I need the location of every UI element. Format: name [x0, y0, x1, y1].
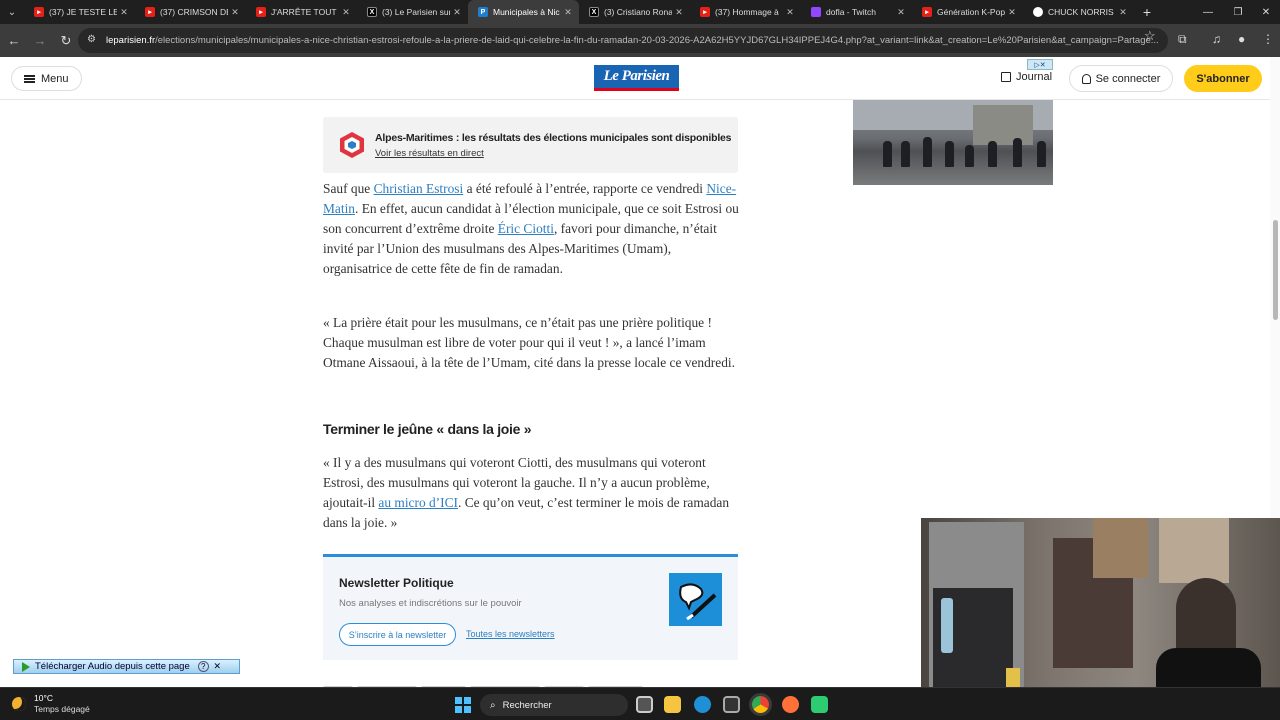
- browser-toolbar: ← → ↻ ⚙ leparisien.fr/elections/municipa…: [0, 24, 1280, 57]
- browser-tab[interactable]: X (3) Le Parisien sur ✕: [357, 0, 468, 24]
- file-explorer-icon[interactable]: [664, 696, 681, 713]
- link-christian-estrosi[interactable]: Christian Estrosi: [374, 181, 464, 196]
- article-subheading: Terminer le jeûne « dans la joie »: [323, 421, 532, 437]
- address-bar[interactable]: ⚙ leparisien.fr/elections/municipales/mu…: [78, 28, 1168, 53]
- close-tab-icon[interactable]: ✕: [339, 7, 353, 18]
- all-newsletters-link[interactable]: Toutes les newsletters: [466, 629, 555, 639]
- site-info-icon[interactable]: ⚙: [87, 34, 96, 45]
- le-parisien-logo[interactable]: Le Parisien: [594, 65, 679, 91]
- play-icon: [22, 661, 30, 672]
- close-tab-icon[interactable]: ✕: [117, 7, 131, 18]
- link-au-micro-ici[interactable]: au micro d’ICI: [378, 495, 458, 510]
- youtube-icon: ▸: [34, 7, 44, 17]
- sidebar-video-thumbnail[interactable]: [853, 100, 1053, 185]
- login-button[interactable]: Se connecter: [1069, 65, 1173, 92]
- tab-search-chevron-icon[interactable]: ⌄: [0, 0, 24, 24]
- results-live-link[interactable]: Voir les résultats en direct: [375, 148, 484, 159]
- browser-tab-bar: ⌄ ▸(37) JE TESTE LE N✕ ▸(37) CRIMSON DE✕…: [0, 0, 1280, 24]
- newsletter-title: Newsletter Politique: [339, 576, 454, 590]
- streamer-webcam-overlay: [921, 518, 1280, 687]
- close-window-icon[interactable]: ✕: [1250, 0, 1280, 24]
- edge-icon[interactable]: [694, 696, 711, 713]
- browser-tab[interactable]: ▸ (37) CRIMSON DE ✕: [135, 0, 246, 24]
- google-icon: [1033, 7, 1043, 17]
- store-icon[interactable]: [723, 696, 740, 713]
- newspaper-icon: [1001, 72, 1011, 82]
- reload-icon[interactable]: ↻: [54, 29, 78, 53]
- browser-tab[interactable]: X (3) Cristiano Rona ✕: [579, 0, 690, 24]
- weather-temperature: 10°C: [34, 693, 53, 703]
- close-icon[interactable]: ✕: [212, 661, 223, 672]
- hamburger-icon: [24, 74, 35, 83]
- menu-button[interactable]: Menu: [11, 66, 82, 91]
- election-hexagon-icon: [340, 132, 364, 158]
- close-tab-icon[interactable]: ✕: [1005, 7, 1019, 18]
- task-view-icon[interactable]: [636, 696, 653, 713]
- media-controls-icon[interactable]: ♫: [1212, 32, 1221, 46]
- weather-widget[interactable]: 10°C Temps dégagé: [12, 693, 90, 714]
- election-results-banner[interactable]: Alpes-Maritimes : les résultats des élec…: [323, 117, 738, 173]
- moon-icon: [12, 696, 26, 711]
- page-viewport: Menu Le Parisien ▷✕ Journal Se connecter…: [0, 57, 1280, 687]
- close-tab-icon[interactable]: ✕: [672, 7, 686, 18]
- twitch-icon: [811, 7, 821, 17]
- youtube-icon: ▸: [256, 7, 266, 17]
- article-paragraph: « La prière était pour les musulmans, ce…: [323, 315, 735, 370]
- audio-download-label: Télécharger Audio depuis cette page: [35, 661, 190, 672]
- close-tab-icon[interactable]: ✕: [450, 7, 464, 18]
- forward-arrow-icon[interactable]: →: [28, 29, 52, 53]
- back-arrow-icon[interactable]: ←: [2, 29, 26, 53]
- audio-download-extension-bar[interactable]: Télécharger Audio depuis cette page ? ✕: [13, 659, 240, 674]
- journal-link[interactable]: Journal: [1001, 71, 1052, 83]
- page-scrollbar-thumb[interactable]: [1273, 220, 1278, 320]
- chrome-icon[interactable]: [752, 696, 769, 713]
- help-icon[interactable]: ?: [197, 661, 209, 672]
- results-title: Alpes-Maritimes : les résultats des élec…: [375, 132, 732, 144]
- browser-tab[interactable]: ▸ Génération K-Pop ✕: [912, 0, 1023, 24]
- browser-tab[interactable]: CHUCK NORRIS - ✕: [1023, 0, 1134, 24]
- ad-choices-badge[interactable]: ▷✕: [1027, 59, 1053, 70]
- weather-condition: Temps dégagé: [34, 704, 90, 714]
- article-paragraph: Sauf que Christian Estrosi a été refoulé…: [323, 181, 739, 276]
- user-icon: [1081, 73, 1091, 84]
- site-header: Menu Le Parisien ▷✕ Journal Se connecter…: [0, 57, 1270, 100]
- minimize-icon[interactable]: —: [1192, 0, 1224, 24]
- browser-tab-active[interactable]: P Municipales à Nic ✕: [468, 0, 579, 24]
- browser-tab[interactable]: ▸ (37) Hommage à ✕: [690, 0, 801, 24]
- link-eric-ciotti[interactable]: Éric Ciotti: [498, 221, 554, 236]
- browser-tab[interactable]: dofla - Twitch ✕: [801, 0, 912, 24]
- windows-taskbar: 10°C Temps dégagé ⌕ Rechercher: [0, 687, 1280, 720]
- close-tab-icon[interactable]: ✕: [783, 7, 797, 18]
- newsletter-box: Newsletter Politique Nos analyses et ind…: [323, 554, 738, 660]
- x-icon: X: [589, 7, 599, 17]
- browser-menu-icon[interactable]: ⋮: [1262, 32, 1274, 46]
- close-tab-icon[interactable]: ✕: [894, 7, 908, 18]
- newsletter-description: Nos analyses et indiscrétions sur le pou…: [339, 598, 522, 609]
- newsletter-subscribe-button[interactable]: S’inscrire à la newsletter: [339, 623, 456, 646]
- close-tab-icon[interactable]: ✕: [228, 7, 242, 18]
- profile-icon[interactable]: ●: [1238, 32, 1245, 46]
- search-icon: ⌕: [490, 699, 496, 711]
- menu-label: Menu: [41, 72, 69, 85]
- browser-tab[interactable]: ▸ J'ARRÊTE TOUT ? ✕: [246, 0, 357, 24]
- subscribe-button[interactable]: S'abonner: [1184, 65, 1262, 92]
- youtube-icon: ▸: [145, 7, 155, 17]
- firefox-icon[interactable]: [782, 696, 799, 713]
- app-icon[interactable]: [811, 696, 828, 713]
- browser-tab[interactable]: ▸(37) JE TESTE LE N✕: [24, 0, 135, 24]
- bookmark-star-icon[interactable]: ☆: [1144, 28, 1156, 44]
- extensions-icon[interactable]: ⧉: [1178, 32, 1187, 47]
- le-parisien-icon: P: [478, 7, 488, 17]
- close-tab-icon[interactable]: ✕: [561, 7, 575, 18]
- youtube-icon: ▸: [922, 7, 932, 17]
- taskbar-search[interactable]: ⌕ Rechercher: [480, 694, 628, 716]
- youtube-icon: ▸: [700, 7, 710, 17]
- windows-start-icon[interactable]: [455, 697, 471, 713]
- new-tab-button[interactable]: +: [1134, 4, 1160, 20]
- x-icon: X: [367, 7, 377, 17]
- close-tab-icon[interactable]: ✕: [1116, 7, 1130, 18]
- newsletter-illustration-icon: [669, 573, 722, 626]
- article-paragraph: « Il y a des musulmans qui voteront Ciot…: [323, 455, 730, 530]
